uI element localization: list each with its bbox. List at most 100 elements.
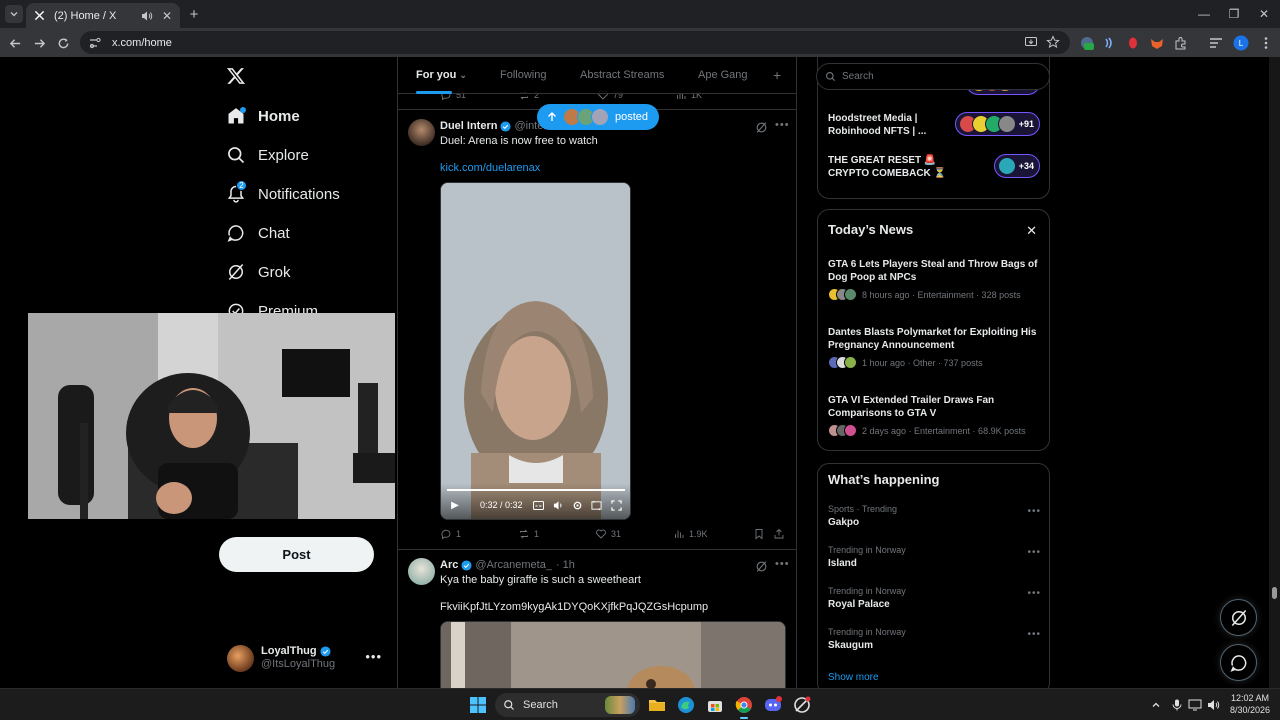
restore-button[interactable]: ❐ (1224, 4, 1244, 24)
more-icon[interactable]: ••• (365, 649, 382, 664)
tweet-time[interactable]: · 1h (556, 559, 575, 571)
extension-fox-icon[interactable] (1148, 34, 1165, 51)
chrome-icon[interactable] (734, 695, 754, 715)
add-tab-button[interactable]: + (773, 67, 781, 83)
avatar[interactable] (408, 558, 435, 585)
edge-browser-icon[interactable] (676, 695, 696, 715)
tweet-author-handle[interactable]: @Arcanemeta_ (475, 559, 552, 571)
video-controls: ▶ 0:32 / 0:32 (441, 483, 630, 519)
new-tab-button[interactable]: + (186, 6, 202, 23)
trend-item[interactable]: Trending in Norway Royal Palace ••• (828, 586, 1041, 610)
sidebar-item-explore[interactable]: Explore (226, 141, 309, 169)
account-switcher[interactable]: LoyalThug @ItsLoyalThug ••• (227, 643, 387, 673)
tweet-author-name[interactable]: Arc (440, 559, 458, 571)
app-icon[interactable] (792, 695, 812, 715)
page-scrollbar[interactable] (1269, 57, 1280, 688)
search-input[interactable]: Search (816, 63, 1050, 90)
bookmark-button[interactable] (753, 528, 769, 540)
close-window-button[interactable]: ✕ (1254, 4, 1274, 24)
more-icon[interactable]: ••• (1027, 588, 1041, 599)
taskbar-clock[interactable]: 12:02 AM 8/30/2026 (1228, 692, 1272, 716)
repost-button[interactable]: 1 (518, 528, 539, 540)
views-button[interactable]: 1.9K (673, 528, 708, 540)
tweet-image[interactable] (440, 621, 786, 688)
browser-menu-icon[interactable] (1257, 34, 1274, 51)
play-icon[interactable]: ▶ (449, 499, 461, 511)
network-icon[interactable] (1188, 698, 1202, 712)
grok-icon[interactable] (755, 121, 768, 134)
news-item[interactable]: Dantes Blasts Polymarket for Exploiting … (828, 326, 1041, 369)
grok-icon (226, 262, 246, 282)
share-button[interactable] (773, 528, 789, 540)
profile-avatar-icon[interactable]: L (1232, 34, 1249, 51)
sidebar-item-home[interactable]: Home (226, 102, 300, 130)
tab-following[interactable]: Following (500, 69, 546, 81)
tweet-link[interactable]: kick.com/duelarenax (440, 162, 540, 174)
taskbar-search[interactable]: Search (495, 693, 640, 717)
close-icon[interactable]: ✕ (1026, 223, 1037, 239)
news-item[interactable]: GTA VI Extended Trailer Draws Fan Compar… (828, 394, 1041, 437)
reload-button[interactable] (53, 33, 73, 53)
sidebar-item-notifications[interactable]: 2 Notifications (226, 180, 340, 208)
pip-icon[interactable] (590, 499, 602, 511)
speaker-icon[interactable] (140, 9, 154, 23)
tab-for-you[interactable]: For you ⌄ (416, 69, 467, 81)
tab-ape-gang[interactable]: Ape Gang (698, 69, 748, 81)
volume-icon[interactable] (552, 499, 564, 511)
volume-icon[interactable] (1207, 698, 1221, 712)
space-item[interactable]: THE GREAT RESET 🚨 CRYPTO COMEBACK ⏳ +34 (828, 154, 1040, 184)
messages-fab-button[interactable] (1220, 644, 1257, 681)
post-button[interactable]: Post (219, 537, 374, 572)
tab-search-button[interactable] (5, 5, 23, 23)
news-item[interactable]: GTA 6 Lets Players Steal and Throw Bags … (828, 258, 1041, 301)
space-item[interactable]: Hoodstreet Media | Robinhood NFTS | ... … (828, 112, 1040, 142)
forward-button[interactable] (29, 33, 49, 53)
close-icon[interactable]: ✕ (160, 9, 174, 23)
more-icon[interactable]: ••• (1027, 547, 1041, 558)
captions-icon[interactable] (532, 499, 544, 511)
extension-red-icon[interactable] (1124, 34, 1141, 51)
back-button[interactable] (5, 33, 25, 53)
sidebar-item-chat[interactable]: Chat (226, 219, 290, 247)
more-icon[interactable]: ••• (1027, 506, 1041, 517)
reading-list-icon[interactable] (1207, 34, 1224, 51)
sidebar-item-grok[interactable]: Grok (226, 258, 291, 286)
trend-item[interactable]: Sports · Trending Gakpo ••• (828, 504, 1041, 528)
extensions-puzzle-icon[interactable] (1172, 34, 1189, 51)
video-progress-bar[interactable] (447, 489, 625, 491)
chevron-up-icon[interactable] (1149, 698, 1163, 712)
more-icon[interactable]: ••• (775, 119, 790, 131)
avatar[interactable] (408, 119, 435, 146)
trend-item[interactable]: Trending in Norway Island ••• (828, 545, 1041, 569)
file-explorer-icon[interactable] (647, 695, 667, 715)
extension-signal-icon[interactable] (1100, 34, 1117, 51)
settings-gear-icon[interactable] (571, 499, 583, 511)
install-app-icon[interactable] (1024, 35, 1038, 49)
like-button[interactable]: 31 (595, 528, 621, 540)
more-icon[interactable]: ••• (775, 558, 790, 570)
scroll-thumb[interactable] (1272, 587, 1277, 599)
reply-button[interactable]: 1 (440, 528, 461, 540)
more-icon[interactable]: ••• (1027, 629, 1041, 640)
microphone-icon[interactable] (1170, 698, 1184, 712)
tweet-video[interactable]: ▶ 0:32 / 0:32 (440, 182, 631, 520)
minimize-button[interactable]: — (1194, 4, 1214, 24)
show-more-link[interactable]: Show more (828, 672, 879, 683)
extension-green-icon[interactable] (1078, 34, 1095, 51)
trend-item[interactable]: Trending in Norway Skaugum ••• (828, 627, 1041, 651)
x-logo-icon[interactable] (226, 66, 246, 86)
site-info-icon[interactable] (88, 36, 102, 50)
tweet-author-name[interactable]: Duel Intern (440, 120, 497, 132)
new-posts-pill[interactable]: posted (537, 104, 659, 130)
address-bar[interactable]: x.com/home (80, 31, 1070, 54)
grok-icon[interactable] (755, 560, 768, 573)
trend-meta: Trending in Norway (828, 545, 906, 555)
discord-icon[interactable] (763, 695, 783, 715)
tab-abstract-streams[interactable]: Abstract Streams (580, 69, 664, 81)
start-button[interactable] (468, 695, 488, 715)
grok-fab-button[interactable] (1220, 599, 1257, 636)
browser-tab-active[interactable]: (2) Home / X ✕ (26, 3, 180, 28)
bookmark-star-icon[interactable] (1046, 35, 1060, 49)
store-icon[interactable] (705, 695, 725, 715)
fullscreen-icon[interactable] (610, 499, 622, 511)
